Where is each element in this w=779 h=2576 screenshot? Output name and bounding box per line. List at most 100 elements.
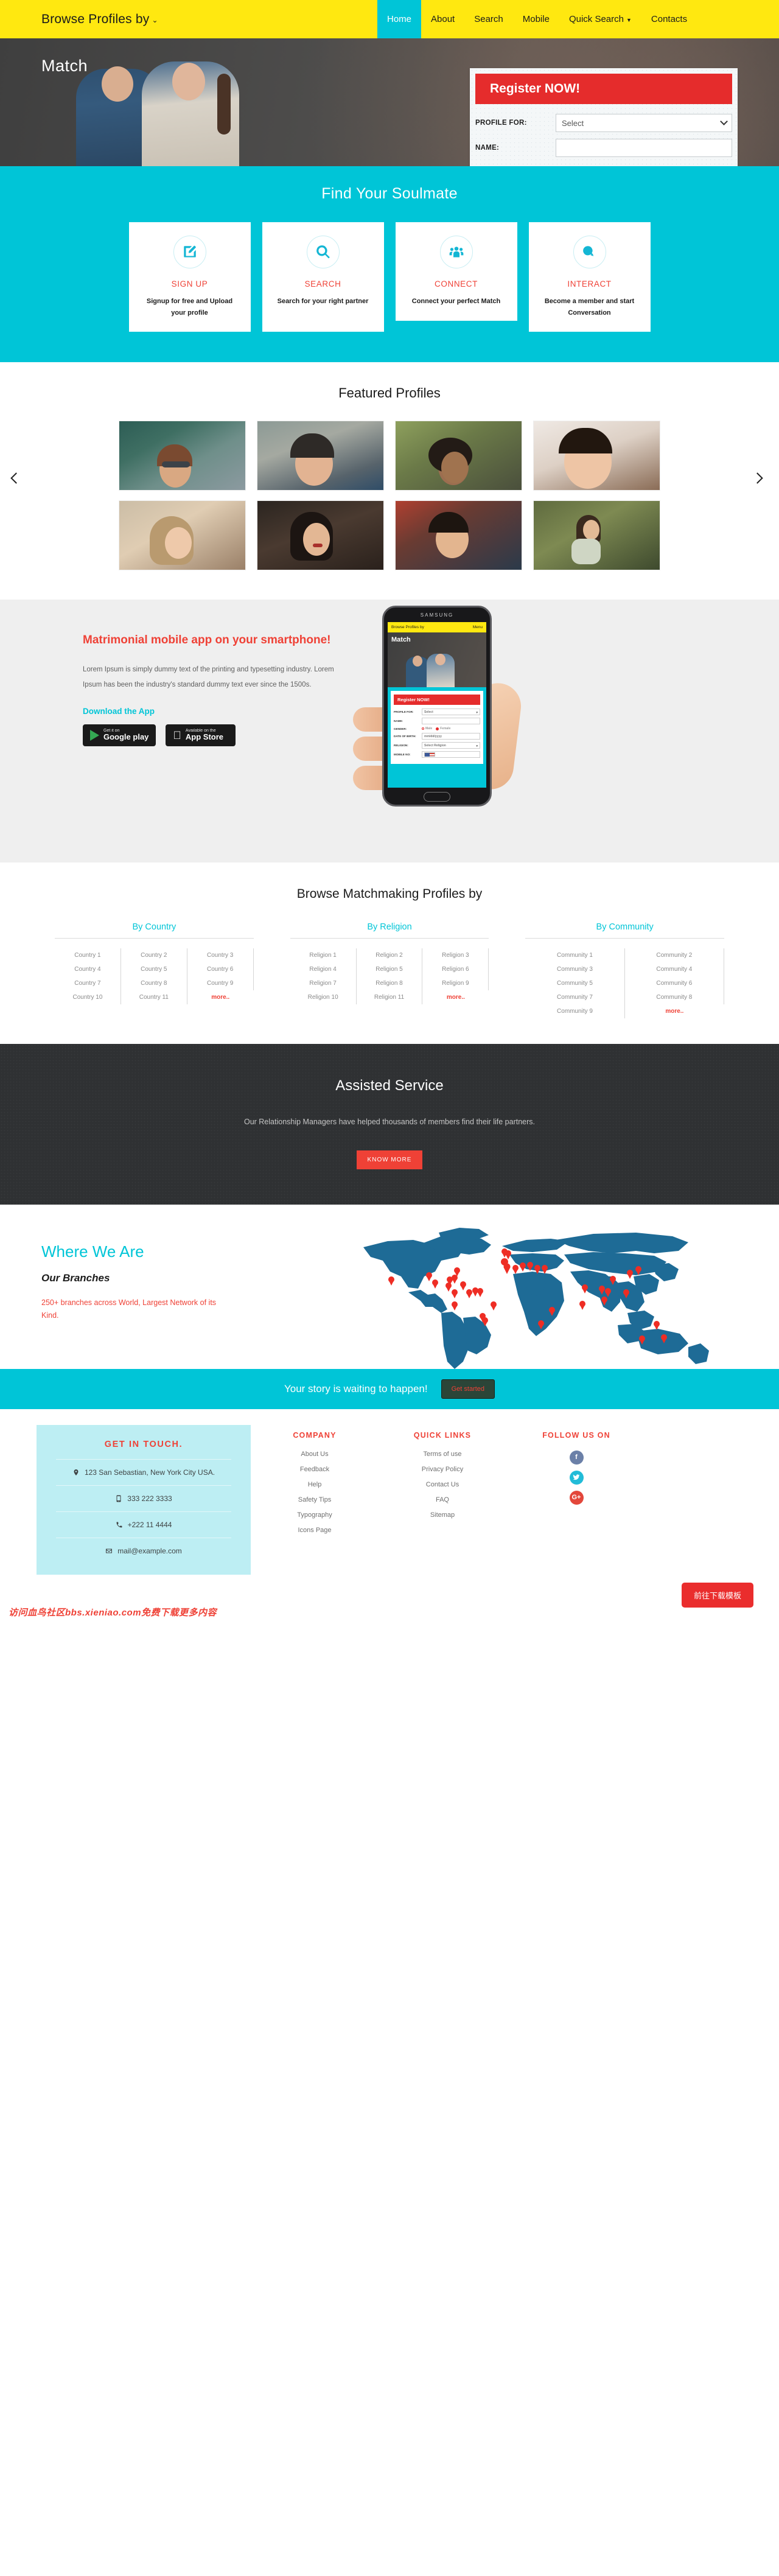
profile-card[interactable]	[119, 500, 246, 570]
religion-tag[interactable]: Religion 4	[290, 962, 357, 976]
footer-link-about-us[interactable]: About Us	[251, 1451, 379, 1458]
country-more-link[interactable]: more..	[187, 990, 254, 1004]
footer-link-privacy-policy[interactable]: Privacy Policy	[379, 1466, 506, 1473]
profile-card[interactable]	[533, 500, 660, 570]
country-tag[interactable]: Country 11	[121, 990, 187, 1004]
religion-tag[interactable]: Religion 7	[290, 976, 357, 990]
profile-card[interactable]	[257, 421, 384, 491]
country-tag[interactable]: Country 5	[121, 962, 187, 976]
country-tag[interactable]: Country 2	[121, 948, 187, 962]
download-template-button[interactable]: 前往下载模板	[681, 1582, 753, 1608]
phone-form-row: MOBILE NO:	[394, 751, 480, 758]
phone-row-label: MOBILE NO:	[394, 753, 411, 756]
phone-nav: Browse Profiles by Menu	[388, 622, 486, 632]
religion-tag[interactable]: Religion 11	[357, 990, 423, 1004]
brand-browse-profiles-dropdown[interactable]: Browse Profiles by ⌄	[41, 12, 158, 27]
get-started-button[interactable]: Get started	[441, 1379, 495, 1399]
country-tag[interactable]: Country 9	[187, 976, 254, 990]
country-tag[interactable]: Country 7	[55, 976, 121, 990]
religion-tag[interactable]: Religion 1	[290, 948, 357, 962]
footer-link-terms-of-use[interactable]: Terms of use	[379, 1451, 506, 1458]
profile-card[interactable]	[395, 421, 522, 491]
community-tag[interactable]: Community 7	[525, 990, 625, 1004]
country-tag[interactable]: Country 4	[55, 962, 121, 976]
profile-card[interactable]	[257, 500, 384, 570]
nav-item-contacts[interactable]: Contacts	[641, 0, 697, 38]
footer-link-help[interactable]: Help	[251, 1481, 379, 1488]
footer-link-faq[interactable]: FAQ	[379, 1496, 506, 1503]
religion-tag[interactable]: Religion 8	[357, 976, 423, 990]
footer-column-quick-links: QUICK LINKS Terms of use Privacy Policy …	[379, 1425, 506, 1575]
where-we-are-title: Where We Are	[41, 1242, 144, 1261]
facebook-icon[interactable]: f	[569, 1450, 584, 1465]
phone-row-field: Select ▾	[422, 709, 480, 715]
country-tag[interactable]: Country 3	[187, 948, 254, 962]
phone-couple-photo	[406, 652, 458, 687]
nav-item-home[interactable]: Home	[377, 0, 422, 38]
know-more-button[interactable]: KNOW MORE	[356, 1150, 423, 1169]
profile-card[interactable]	[395, 500, 522, 570]
community-tag[interactable]: Community 8	[625, 990, 724, 1004]
chevron-right-icon[interactable]	[752, 472, 767, 488]
community-tag[interactable]: Community 1	[525, 948, 625, 962]
soulmate-title: Find Your Soulmate	[321, 185, 458, 202]
nav-item-about[interactable]: About	[421, 0, 464, 38]
soulmate-card-search[interactable]: SEARCH Search for your right partner	[262, 222, 384, 332]
browse-column-country: By Country Country 1 Country 2 Country 3…	[37, 922, 272, 1018]
religion-tag[interactable]: Religion 6	[422, 962, 489, 976]
chevron-left-icon[interactable]	[10, 472, 26, 488]
community-more-link[interactable]: more..	[625, 1004, 724, 1018]
nav-item-mobile[interactable]: Mobile	[513, 0, 559, 38]
community-tag[interactable]: Community 4	[625, 962, 724, 976]
footer-link-contact-us[interactable]: Contact Us	[379, 1481, 506, 1488]
nav-item-quick-search[interactable]: Quick Search ▼	[559, 0, 641, 38]
mobile-app-inner: Matrimonial mobile app on your smartphon…	[41, 600, 738, 848]
get-in-touch-panel: GET IN TOUCH. 123 San Sebastian, New Yor…	[37, 1424, 251, 1575]
app-store-badge[interactable]:  Available on the App Store	[166, 724, 236, 746]
google-play-badge[interactable]: Get it on Google play	[83, 724, 156, 746]
country-tag[interactable]: Country 6	[187, 962, 254, 976]
country-tag[interactable]: Country 10	[55, 990, 121, 1004]
phone-gender-options: Male Female	[422, 727, 450, 730]
profile-for-select[interactable]: Select	[556, 114, 732, 132]
chevron-down-icon: ▾	[476, 711, 478, 715]
footer-link-typography[interactable]: Typography	[251, 1511, 379, 1519]
google-plus-icon[interactable]: G+	[569, 1490, 584, 1505]
map-pin-icon	[74, 1469, 79, 1475]
religion-tag[interactable]: Religion 10	[290, 990, 357, 1004]
country-tag[interactable]: Country 8	[121, 976, 187, 990]
profile-card[interactable]	[119, 421, 246, 491]
name-input[interactable]	[556, 139, 732, 157]
footer-link-sitemap[interactable]: Sitemap	[379, 1511, 506, 1519]
footer-link-safety-tips[interactable]: Safety Tips	[251, 1496, 379, 1503]
country-tag[interactable]: Country 1	[55, 948, 121, 962]
religion-tag[interactable]: Religion 2	[357, 948, 423, 962]
religion-more-link[interactable]: more..	[422, 990, 489, 1004]
footer-link-feedback[interactable]: Feedback	[251, 1466, 379, 1473]
assisted-service-text: Our Relationship Managers have helped th…	[243, 1118, 536, 1126]
religion-tag[interactable]: Religion 3	[422, 948, 489, 962]
mobile-app-text-column: Matrimonial mobile app on your smartphon…	[41, 600, 346, 746]
phone-row-field	[422, 718, 480, 724]
soulmate-card-connect[interactable]: CONNECT Connect your perfect Match	[395, 222, 517, 321]
community-tag[interactable]: Community 2	[625, 948, 724, 962]
mobile-app-heading: Matrimonial mobile app on your smartphon…	[83, 634, 331, 646]
soulmate-card-sign-up[interactable]: SIGN UP Signup for free and Upload your …	[128, 222, 251, 332]
register-form-body: PROFILE FOR: Select NAME: GENDER:	[470, 104, 738, 166]
phone-brand-label: SAMSUNG	[420, 612, 454, 618]
community-tag[interactable]: Community 3	[525, 962, 625, 976]
us-flag-icon	[424, 752, 435, 757]
community-tag[interactable]: Community 9	[525, 1004, 625, 1018]
community-tag[interactable]: Community 6	[625, 976, 724, 990]
nav-item-search[interactable]: Search	[464, 0, 513, 38]
profile-card[interactable]	[533, 421, 660, 491]
contact-email: mail@example.com	[117, 1546, 182, 1555]
community-tag[interactable]: Community 5	[525, 976, 625, 990]
phone-row-label: DATE OF BIRTH:	[394, 735, 416, 738]
footer-link-icons-page[interactable]: Icons Page	[251, 1527, 379, 1534]
contact-phone-row: +222 11 4444	[54, 1512, 234, 1538]
religion-tag[interactable]: Religion 9	[422, 976, 489, 990]
twitter-icon[interactable]	[569, 1470, 584, 1485]
religion-tag[interactable]: Religion 5	[357, 962, 423, 976]
soulmate-card-interact[interactable]: INTERACT Become a member and start Conve…	[528, 222, 651, 332]
